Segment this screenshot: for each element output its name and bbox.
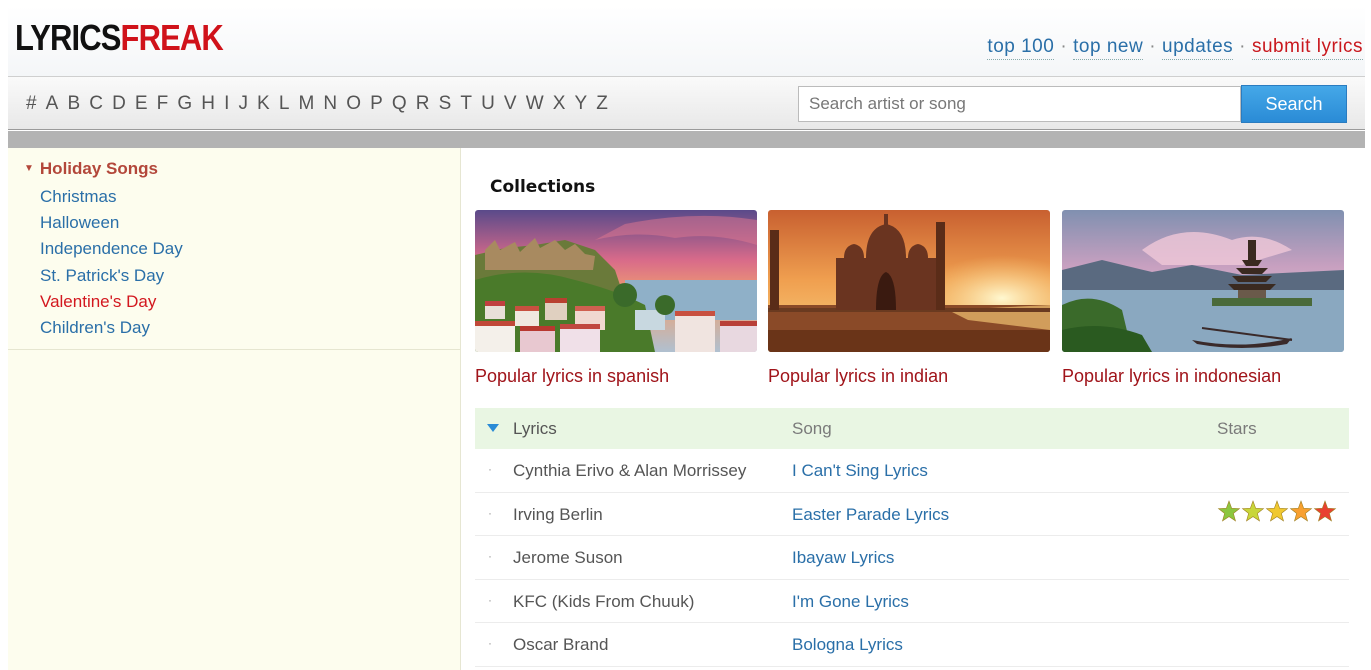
sidebar-item-valentines-day[interactable]: Valentine's Day: [40, 289, 460, 315]
divider-strip: [8, 131, 1365, 148]
alphabet-letter-q[interactable]: Q: [392, 93, 407, 115]
alphabet-letter-b[interactable]: B: [67, 93, 80, 115]
bullet-icon: ·: [488, 549, 492, 563]
bali-temple-lake-photo[interactable]: [1062, 210, 1344, 352]
alphabet-letter-o[interactable]: O: [346, 93, 361, 115]
sidebar-item-childrens-day[interactable]: Children's Day: [40, 315, 460, 341]
alphabet-letter-z[interactable]: Z: [596, 93, 608, 115]
bullet-icon: ·: [488, 505, 492, 520]
table-row: · Cynthia Erivo & Alan Morrissey I Can't S…: [475, 449, 1349, 493]
alphabet-letter-h[interactable]: H: [201, 93, 215, 115]
alphabet-letter-l[interactable]: L: [279, 93, 290, 115]
top-navigation: top 100 · top new · updates · submit lyrics: [987, 36, 1363, 60]
alphabet-letter-p[interactable]: P: [370, 93, 383, 115]
star-icon: [1289, 499, 1313, 522]
artist-name: KFC (Kids From Chuuk): [513, 591, 695, 611]
song-link[interactable]: Ibayaw Lyrics: [792, 548, 894, 568]
sidebar-item-halloween[interactable]: Halloween: [40, 210, 460, 236]
star-icon: [1217, 499, 1241, 522]
alphabet-letter-e[interactable]: E: [135, 93, 148, 115]
holiday-songs-heading[interactable]: ▼ Holiday Songs: [24, 158, 460, 184]
song-link[interactable]: I'm Gone Lyrics: [792, 592, 909, 612]
collection-card-indonesian[interactable]: Popular lyrics in indonesian: [1062, 210, 1344, 386]
alphabet-letter-i[interactable]: I: [224, 93, 229, 115]
table-header: Lyrics Song Stars: [475, 408, 1349, 449]
alphabet-letter-s[interactable]: S: [439, 93, 452, 115]
sidebar-item-st-patricks-day[interactable]: St. Patrick's Day: [40, 263, 460, 289]
sidebar-item-christmas[interactable]: Christmas: [40, 184, 460, 210]
song-link[interactable]: I Can't Sing Lyrics: [792, 461, 928, 481]
lisbon-castle-city-photo[interactable]: [475, 210, 757, 352]
collection-caption-spanish[interactable]: Popular lyrics in spanish: [475, 366, 669, 387]
alphabet-letter-d[interactable]: D: [112, 93, 126, 115]
table-row: · Irving Berlin Easter Parade Lyrics: [475, 493, 1349, 536]
sidebar: ▼ Holiday Songs Christmas Halloween Indep…: [8, 148, 461, 670]
collection-card-indian[interactable]: Popular lyrics in indian: [768, 210, 1050, 386]
table-row: · Oscar Brand Bologna Lyrics: [475, 623, 1349, 667]
collection-caption-indonesian[interactable]: Popular lyrics in indonesian: [1062, 366, 1281, 387]
nav-updates[interactable]: updates: [1162, 36, 1234, 60]
site-header: LYRICSFREAK top 100 · top new · updates · subm…: [8, 6, 1365, 76]
holiday-songs-section: ▼ Holiday Songs Christmas Halloween Indep…: [8, 148, 460, 350]
table-row: · Jerome Suson Ibayaw Lyrics: [475, 536, 1349, 580]
table-body: · Cynthia Erivo & Alan Morrissey I Can't S…: [475, 449, 1349, 667]
artist-name: Oscar Brand: [513, 635, 609, 654]
alphabet-letter-m[interactable]: M: [299, 93, 315, 115]
main-content: Collections Popular lyrics in spanish Po…: [462, 148, 1365, 670]
alphabet-letter-n[interactable]: N: [323, 93, 337, 115]
search-input[interactable]: [798, 86, 1241, 122]
alphabet-letter-r[interactable]: R: [416, 93, 430, 115]
star-rating: [1217, 499, 1337, 522]
song-link[interactable]: Easter Parade Lyrics: [792, 505, 949, 525]
collection-card-spanish[interactable]: Popular lyrics in spanish: [475, 210, 757, 386]
alphabet-letter-k[interactable]: K: [257, 93, 270, 115]
nav-top-new[interactable]: top new: [1073, 36, 1144, 60]
table-row: · KFC (Kids From Chuuk) I'm Gone Lyrics: [475, 580, 1349, 623]
alphabet-letter-u[interactable]: U: [481, 93, 495, 115]
alphabet-letter-g[interactable]: G: [177, 93, 192, 115]
alphabet-letter-y[interactable]: Y: [575, 93, 588, 115]
artist-name: Irving Berlin: [513, 504, 603, 524]
header-stars: Stars: [1217, 419, 1257, 438]
bullet-icon: ·: [488, 636, 492, 650]
taj-mahal-sunset-photo[interactable]: [768, 210, 1050, 352]
search-button[interactable]: Search: [1241, 85, 1347, 123]
collections-title: Collections: [490, 177, 596, 197]
alphabet-letter-j[interactable]: J: [238, 93, 248, 115]
alphabet-letter-t[interactable]: T: [460, 93, 472, 115]
bullet-icon: ·: [488, 462, 492, 476]
alphabet-index: # A B C D E F G H I J K L M N O P Q R S T U V W X Y Z: [26, 93, 617, 115]
collection-caption-indian[interactable]: Popular lyrics in indian: [768, 366, 948, 387]
alphabet-letter-f[interactable]: F: [157, 93, 169, 115]
star-icon: [1313, 499, 1337, 522]
lyrics-table: Lyrics Song Stars · Cynthia Erivo & Alan …: [475, 408, 1349, 667]
header-song: Song: [792, 419, 832, 438]
star-icon: [1265, 499, 1289, 522]
artist-name: Jerome Suson: [513, 548, 623, 567]
alphabet-search-bar: # A B C D E F G H I J K L M N O P Q R S T U V W X Y Z Search: [8, 76, 1365, 130]
sort-triangle-icon[interactable]: [487, 424, 499, 432]
alphabet-letter-w[interactable]: W: [526, 93, 544, 115]
header-lyrics[interactable]: Lyrics: [513, 419, 557, 439]
bullet-icon: ·: [488, 592, 492, 607]
alphabet-letter-hash[interactable]: #: [26, 93, 37, 115]
alphabet-letter-c[interactable]: C: [89, 93, 103, 115]
song-link[interactable]: Bologna Lyrics: [792, 635, 903, 655]
artist-name: Cynthia Erivo & Alan Morrissey: [513, 461, 747, 480]
site-logo[interactable]: LYRICSFREAK: [15, 20, 224, 56]
alphabet-letter-x[interactable]: X: [553, 93, 566, 115]
alphabet-letter-a[interactable]: A: [46, 93, 59, 115]
alphabet-letter-v[interactable]: V: [504, 93, 517, 115]
collapse-triangle-icon: ▼: [24, 163, 34, 174]
nav-submit-lyrics[interactable]: submit lyrics: [1251, 36, 1363, 60]
sidebar-item-independence-day[interactable]: Independence Day: [40, 236, 460, 262]
star-icon: [1241, 499, 1265, 522]
nav-top-100[interactable]: top 100: [987, 36, 1055, 60]
